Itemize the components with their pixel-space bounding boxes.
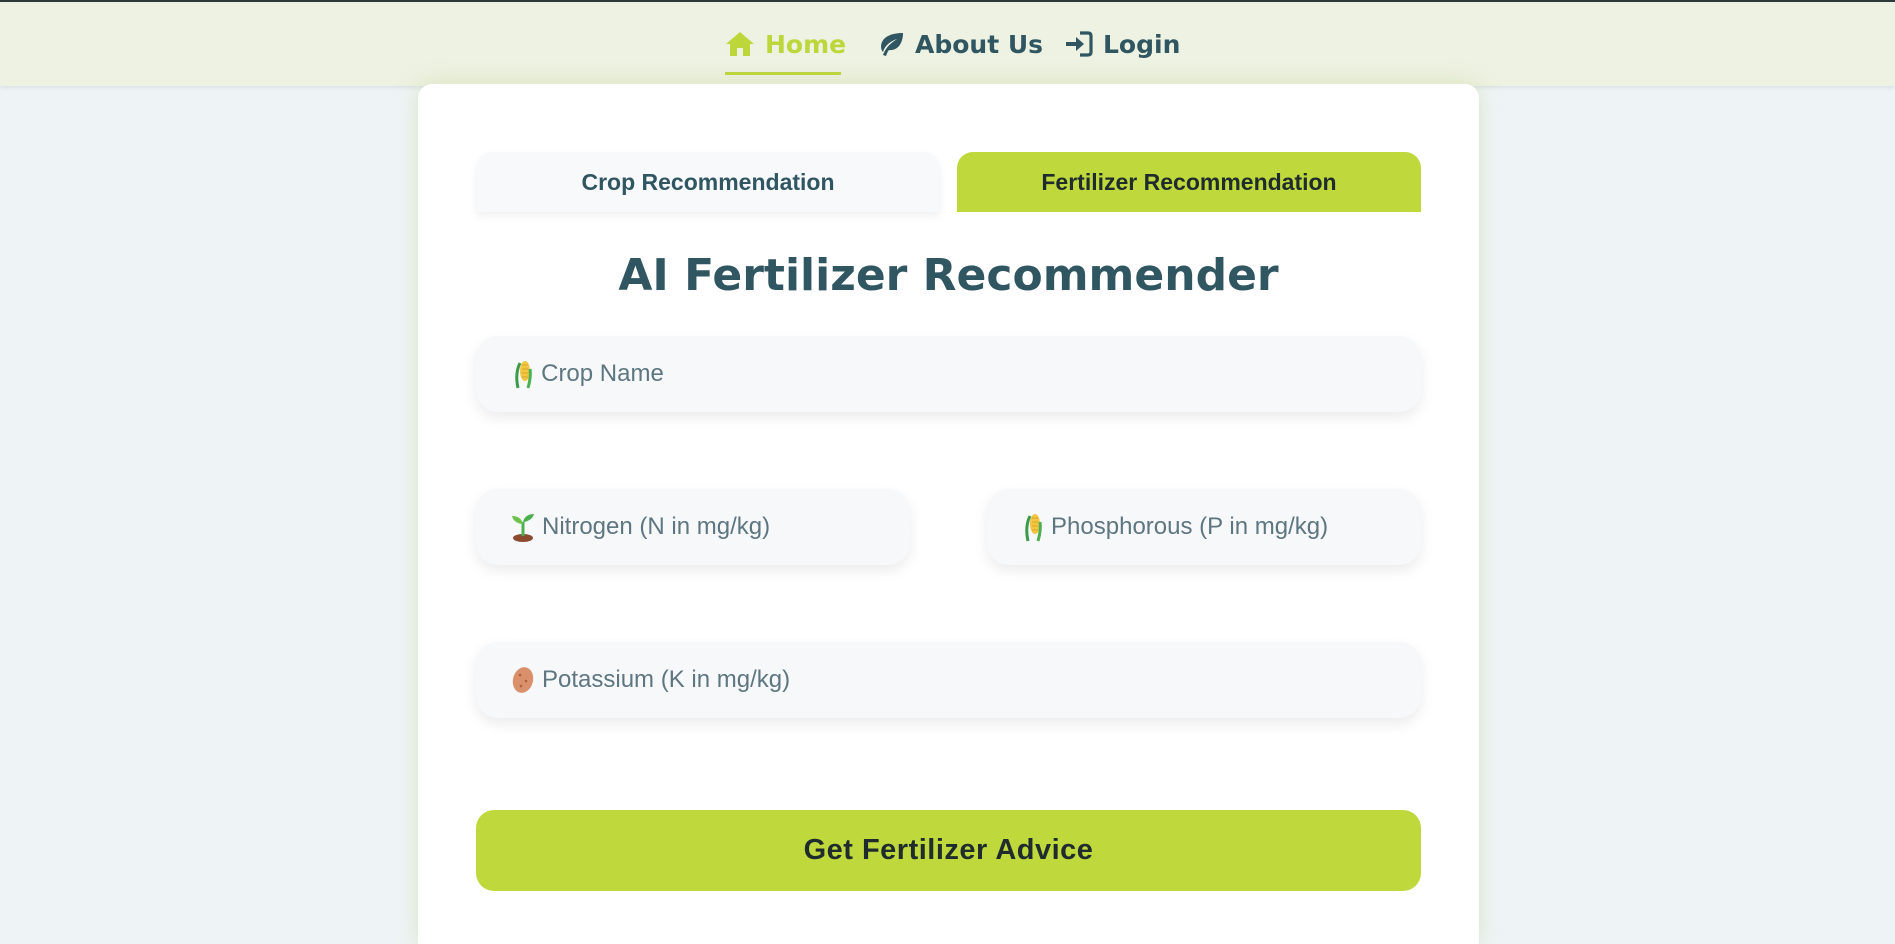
corn-emoji-icon: [1021, 512, 1045, 542]
crop-name-input[interactable]: [541, 336, 1421, 412]
tab-fertilizer-recommendation[interactable]: Fertilizer Recommendation: [957, 152, 1421, 212]
nav-about-label: About Us: [915, 29, 1044, 59]
potassium-field[interactable]: [476, 642, 1421, 718]
potato-emoji-icon: [510, 665, 536, 695]
seedling-emoji-icon: [510, 512, 536, 542]
active-nav-underline: [725, 72, 841, 75]
nav-items: Home About Us Login: [0, 2, 1895, 86]
potassium-input[interactable]: [542, 642, 1421, 718]
nav-login-link[interactable]: Login: [1065, 24, 1180, 64]
nav-home-link[interactable]: Home: [725, 24, 846, 64]
nav-login-label: Login: [1103, 29, 1181, 59]
corn-emoji-icon: [510, 359, 535, 389]
navbar: Home About Us Login: [0, 2, 1895, 86]
get-fertilizer-advice-button[interactable]: Get Fertilizer Advice: [476, 810, 1421, 891]
nitrogen-input[interactable]: [542, 489, 910, 565]
sign-in-icon: [1066, 31, 1093, 57]
phosphorous-field[interactable]: [987, 489, 1421, 565]
tab-crop-recommendation[interactable]: Crop Recommendation: [476, 152, 940, 212]
crop-name-field[interactable]: [476, 336, 1421, 412]
home-icon: [726, 32, 754, 56]
nav-about-link[interactable]: About Us: [877, 24, 1043, 64]
nav-home-label: Home: [765, 29, 847, 59]
phosphorous-input[interactable]: [1051, 489, 1421, 565]
leaf-icon: [881, 33, 903, 56]
nitrogen-field[interactable]: [476, 489, 910, 565]
page-title: AI Fertilizer Recommender: [618, 250, 1279, 301]
